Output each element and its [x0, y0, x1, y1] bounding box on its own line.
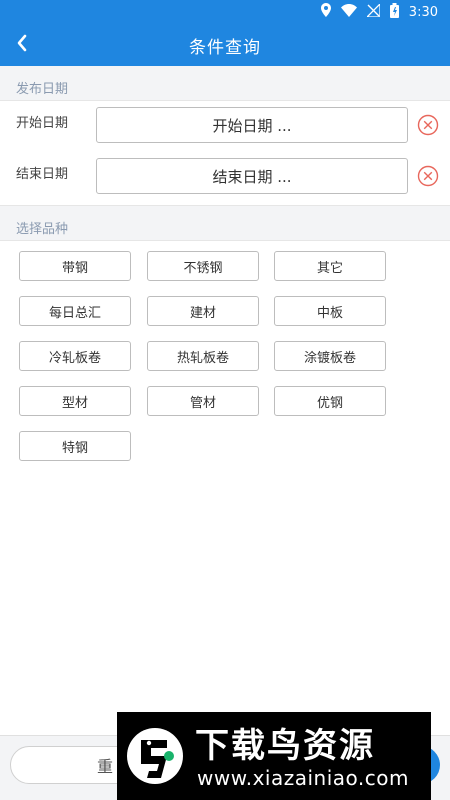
- location-icon: [320, 3, 331, 21]
- status-icons: [320, 1, 399, 22]
- chevron-left-icon: [16, 34, 28, 56]
- chip-variety[interactable]: 不锈钢: [147, 251, 259, 281]
- chip-variety[interactable]: 建材: [147, 296, 259, 326]
- chip-variety[interactable]: 其它: [274, 251, 386, 281]
- clear-end-date-icon[interactable]: [417, 165, 439, 187]
- section-header-date: 发布日期: [16, 81, 69, 97]
- chip-variety[interactable]: 涂镀板卷: [274, 341, 386, 371]
- reset-button-label: 重: [96, 757, 113, 776]
- status-bar: 3:30: [0, 0, 450, 24]
- chip-variety[interactable]: 带钢: [19, 251, 131, 281]
- battery-icon: [389, 2, 399, 22]
- watermark-url: www.xiazainiao.com: [197, 766, 409, 790]
- section-header-variety: 选择品种: [16, 221, 69, 237]
- chip-variety[interactable]: 每日总汇: [19, 296, 131, 326]
- bird-logo-icon: [125, 722, 189, 790]
- end-date-placeholder: 结束日期 ...: [212, 167, 292, 186]
- page-title: 条件查询: [189, 37, 261, 58]
- chip-variety[interactable]: 型材: [19, 386, 131, 416]
- clear-start-date-icon[interactable]: [417, 114, 439, 136]
- chip-variety[interactable]: 特钢: [19, 431, 131, 461]
- chip-variety[interactable]: 优钢: [274, 386, 386, 416]
- end-date-label: 结束日期: [16, 167, 69, 182]
- start-date-placeholder: 开始日期 ...: [212, 116, 292, 135]
- watermark-title: 下载鸟资源: [195, 726, 375, 766]
- app-bar: 条件查询: [0, 24, 450, 66]
- variety-chip-grid: 带钢 不锈钢 其它 每日总汇 建材 中板 冷轧板卷 热轧板卷 涂镀板卷 型材 管…: [0, 240, 450, 735]
- date-range-panel: 开始日期 开始日期 ... 结束日期 结束日期 ...: [0, 100, 450, 206]
- start-date-label: 开始日期: [16, 116, 69, 131]
- chip-variety[interactable]: 热轧板卷: [147, 341, 259, 371]
- start-date-field[interactable]: 开始日期 ...: [96, 107, 408, 143]
- wifi-icon: [340, 3, 357, 21]
- chip-variety[interactable]: 中板: [274, 296, 386, 326]
- end-date-field[interactable]: 结束日期 ...: [96, 158, 408, 194]
- watermark-overlay: 下载鸟资源 www.xiazainiao.com: [117, 712, 431, 800]
- chip-variety[interactable]: 冷轧板卷: [19, 341, 131, 371]
- chip-variety[interactable]: 管材: [147, 386, 259, 416]
- back-button[interactable]: [0, 24, 44, 66]
- clock: 3:30: [408, 4, 438, 20]
- no-signal-icon: [365, 1, 381, 21]
